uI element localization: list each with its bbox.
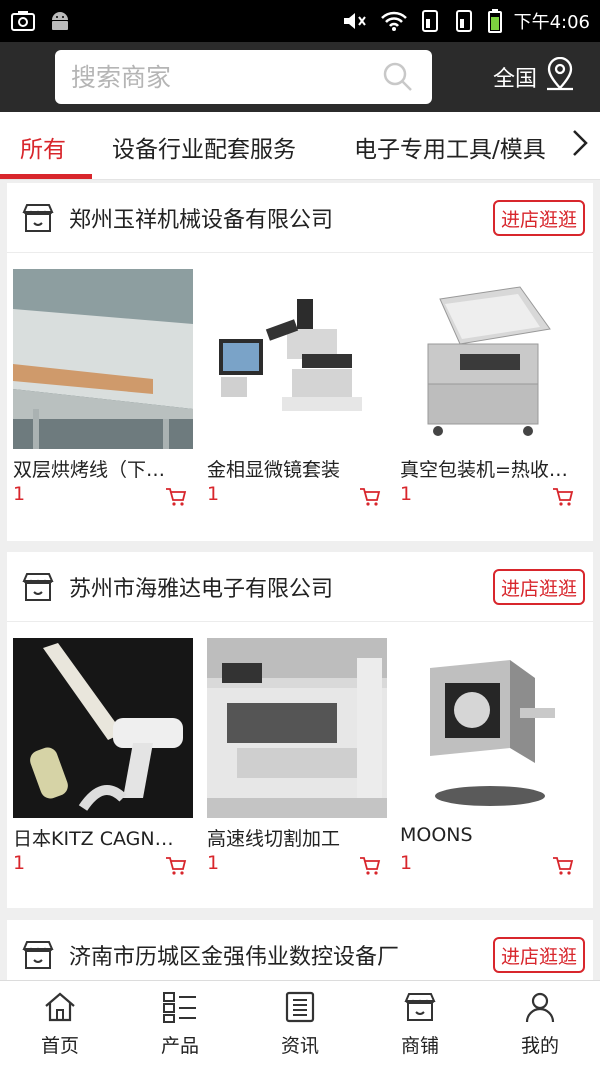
product-item[interactable]: 高速线切割加工 1 xyxy=(207,638,387,880)
shop-icon xyxy=(21,202,55,238)
product-item[interactable]: 真空包装机=热收… 1 xyxy=(400,269,580,511)
product-item[interactable]: 日本KITZ CAGN… 1 xyxy=(13,638,193,880)
store-header[interactable]: 苏州市海雅达电子有限公司 进店逛逛 xyxy=(7,552,593,622)
nav-label: 我的 xyxy=(520,1035,559,1057)
location-pin-icon xyxy=(545,56,575,97)
product-name: 双层烘烤线（下… xyxy=(13,459,166,481)
tab-equipment-services[interactable]: 设备行业配套服务 xyxy=(112,130,296,164)
nav-home[interactable]: 首页 xyxy=(0,981,120,1067)
product-item[interactable]: MOONS 1 xyxy=(400,638,580,880)
nav-label: 首页 xyxy=(40,1035,79,1057)
store-card: 郑州玉祥机械设备有限公司 进店逛逛 双层烘烤线（下… 1 金相显微镜套装 1 真… xyxy=(7,183,593,541)
chevron-right-icon xyxy=(571,128,589,162)
nav-label: 资讯 xyxy=(280,1035,319,1057)
cart-icon[interactable] xyxy=(359,487,381,512)
android-icon xyxy=(48,9,72,33)
cart-icon[interactable] xyxy=(165,856,187,881)
visit-store-button[interactable]: 进店逛逛 xyxy=(492,937,585,973)
store-name: 苏州市海雅达电子有限公司 xyxy=(69,577,334,602)
category-tabs: 所有 设备行业配套服务 电子专用工具/模具 xyxy=(0,112,600,180)
visit-store-button[interactable]: 进店逛逛 xyxy=(492,200,585,236)
battery-icon xyxy=(487,9,502,33)
shop-icon xyxy=(403,991,437,1027)
price-value: 1 xyxy=(13,852,26,874)
product-image-air-gun[interactable] xyxy=(13,638,193,818)
nav-label: 产品 xyxy=(160,1035,199,1057)
product-image-oven-line[interactable] xyxy=(13,269,193,449)
product-image-wire-cutting[interactable] xyxy=(207,638,387,818)
product-item[interactable]: 金相显微镜套装 1 xyxy=(207,269,387,511)
news-icon xyxy=(284,991,316,1027)
store-name: 济南市历城区金强伟业数控设备厂 xyxy=(69,945,400,970)
product-name: 日本KITZ CAGN… xyxy=(13,828,174,850)
product-list-icon xyxy=(162,991,198,1027)
search-box[interactable] xyxy=(55,50,432,104)
store-header[interactable]: 济南市历城区金强伟业数控设备厂 进店逛逛 xyxy=(7,920,593,980)
screenshot-icon xyxy=(10,10,36,32)
nav-products[interactable]: 产品 xyxy=(120,981,240,1067)
product-name: 高速线切割加工 xyxy=(207,828,341,850)
store-card: 苏州市海雅达电子有限公司 进店逛逛 日本KITZ CAGN… 1 高速线切割加工… xyxy=(7,552,593,908)
product-price: 1 xyxy=(400,483,580,511)
product-image-stepper-motor[interactable] xyxy=(400,638,580,818)
price-value: 1 xyxy=(207,852,220,874)
tabs-scroll-right[interactable] xyxy=(560,112,600,178)
user-icon xyxy=(524,991,556,1027)
product-price: 1 xyxy=(13,483,193,511)
price-value: 1 xyxy=(400,483,413,505)
home-icon xyxy=(43,991,77,1027)
status-bar: 下午4:06 xyxy=(0,0,600,42)
visit-store-button[interactable]: 进店逛逛 xyxy=(492,569,585,605)
price-value: 1 xyxy=(13,483,26,505)
nav-me[interactable]: 我的 xyxy=(480,981,600,1067)
cart-icon[interactable] xyxy=(552,487,574,512)
product-name: 金相显微镜套装 xyxy=(207,459,341,481)
product-name: MOONS xyxy=(400,824,473,846)
search-icon[interactable] xyxy=(382,61,414,97)
nav-label: 商铺 xyxy=(400,1035,439,1057)
nav-shops[interactable]: 商铺 xyxy=(360,981,480,1067)
region-selector[interactable]: 全国 xyxy=(493,42,575,112)
product-price: 1 xyxy=(13,852,193,880)
price-value: 1 xyxy=(207,483,220,505)
wifi-icon xyxy=(380,10,408,32)
store-name: 郑州玉祥机械设备有限公司 xyxy=(69,208,334,233)
product-price: 1 xyxy=(207,483,387,511)
product-price: 1 xyxy=(400,852,580,880)
product-image-microscope[interactable] xyxy=(207,269,387,449)
signal-icon xyxy=(420,9,442,33)
header-bar: 全国 xyxy=(0,42,600,112)
shop-icon xyxy=(21,571,55,607)
tab-electronic-tools[interactable]: 电子专用工具/模具 xyxy=(354,130,546,164)
tab-all[interactable]: 所有 xyxy=(20,130,66,164)
product-name: 真空包装机=热收… xyxy=(400,459,568,481)
status-time: 下午4:06 xyxy=(513,12,590,33)
shop-icon xyxy=(21,939,55,975)
product-image-vacuum-packer[interactable] xyxy=(400,269,580,449)
region-label: 全国 xyxy=(493,67,538,92)
store-card: 济南市历城区金强伟业数控设备厂 进店逛逛 xyxy=(7,920,593,980)
product-price: 1 xyxy=(207,852,387,880)
bottom-navigation: 首页 产品 资讯 商铺 我的 xyxy=(0,980,600,1067)
signal-icon xyxy=(454,9,476,33)
cart-icon[interactable] xyxy=(552,856,574,881)
search-input[interactable] xyxy=(71,62,371,92)
cart-icon[interactable] xyxy=(359,856,381,881)
mute-icon xyxy=(342,10,368,32)
active-tab-indicator xyxy=(0,174,92,179)
price-value: 1 xyxy=(400,852,413,874)
product-item[interactable]: 双层烘烤线（下… 1 xyxy=(13,269,193,511)
store-header[interactable]: 郑州玉祥机械设备有限公司 进店逛逛 xyxy=(7,183,593,253)
cart-icon[interactable] xyxy=(165,487,187,512)
nav-news[interactable]: 资讯 xyxy=(240,981,360,1067)
